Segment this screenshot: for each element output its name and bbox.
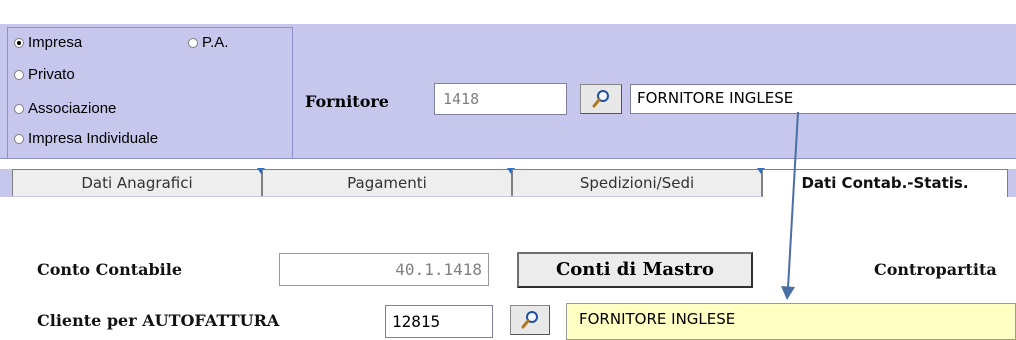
annotation-arrow-icon	[781, 111, 799, 300]
